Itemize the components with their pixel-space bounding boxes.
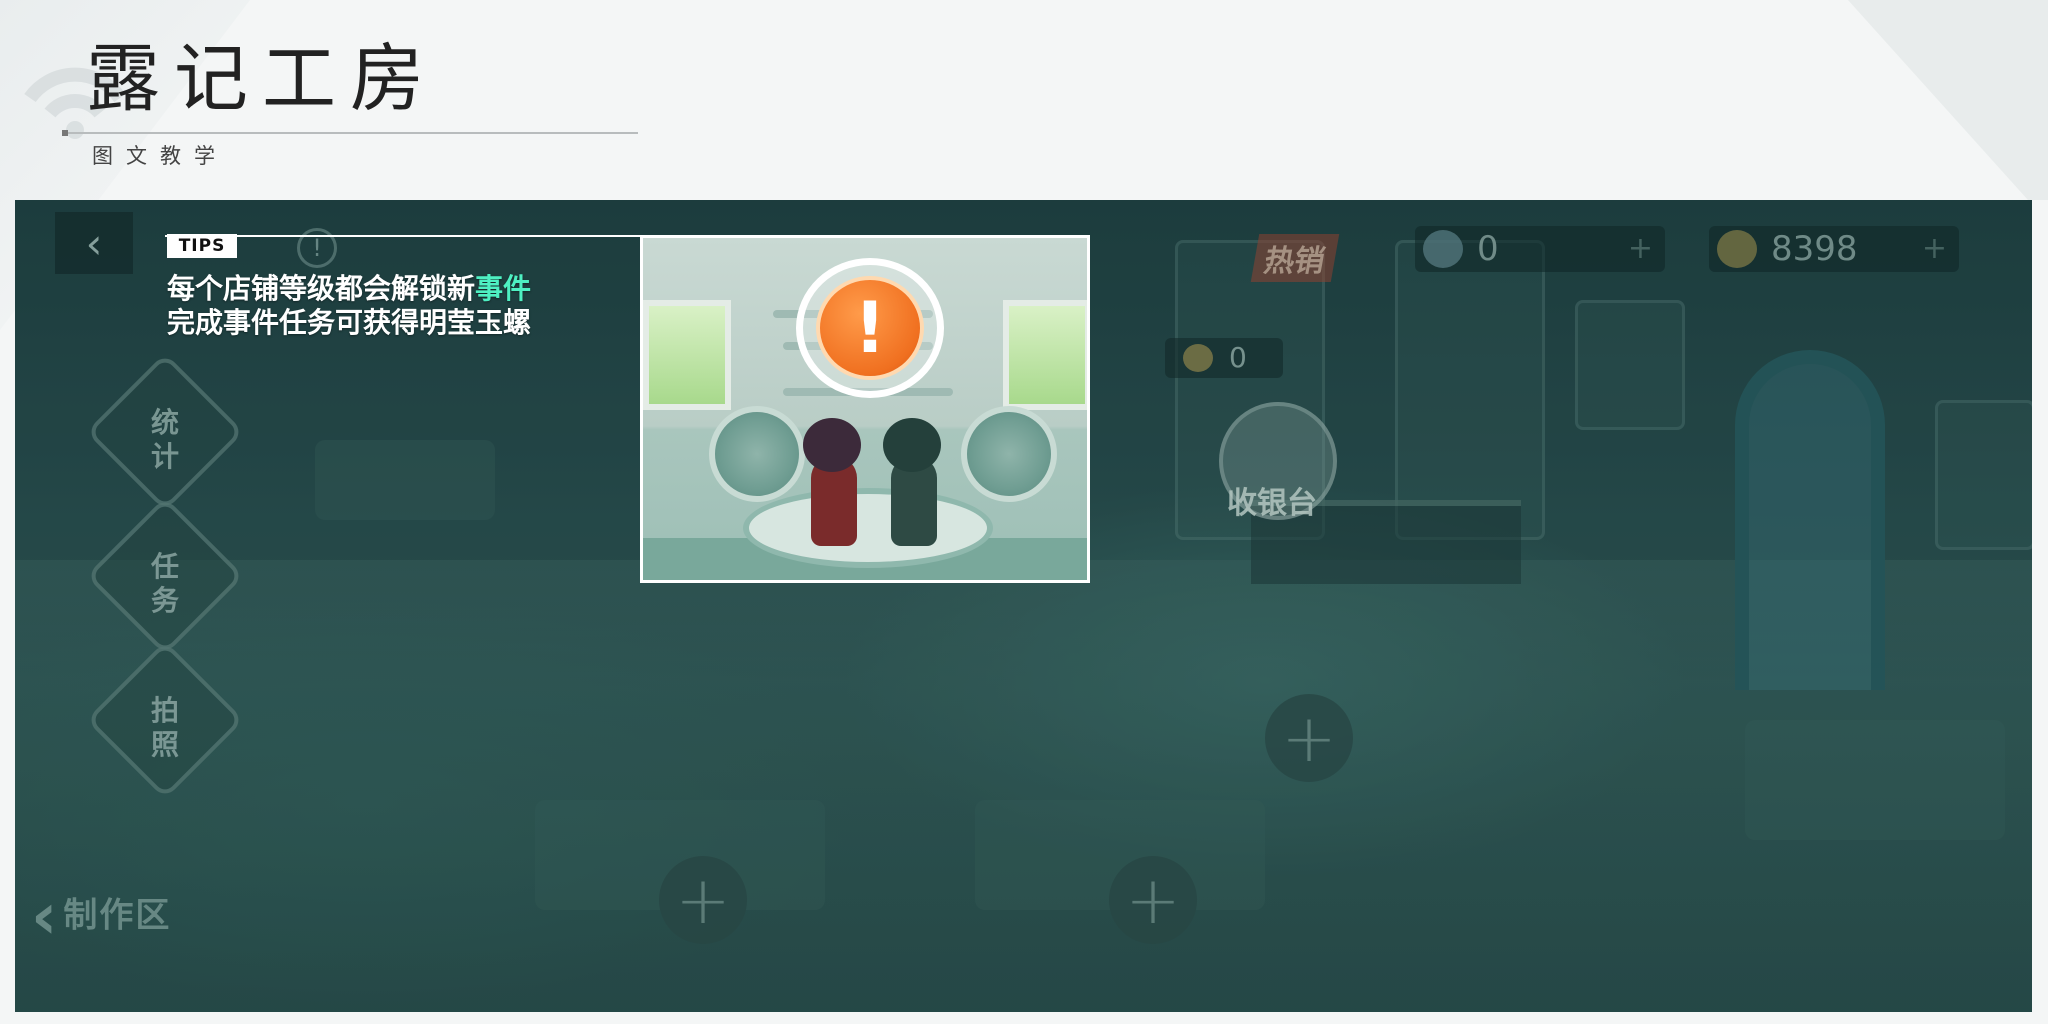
tips-highlight: 事件: [475, 272, 532, 305]
preview-character-head: [803, 418, 861, 472]
preview-machine: [961, 406, 1057, 502]
page-title: 露记工房: [86, 36, 438, 122]
tips-line-1-text: 每个店铺等级都会解锁新: [167, 272, 476, 305]
preview-character-head: [883, 418, 941, 472]
preview-machine: [709, 406, 805, 502]
tips-tag: TIPS: [167, 234, 237, 258]
exclamation-icon: !: [816, 276, 924, 380]
tips-preview-image: !: [640, 235, 1090, 583]
preview-window: [1003, 300, 1087, 410]
tips-divider: [165, 235, 645, 237]
game-screenshot: ‹ ! 统 计 任 务 拍 照 ‹ 制作区 热销 0 + 8398 + 0 收银台…: [15, 200, 2032, 1012]
title-divider-dot: [62, 130, 68, 136]
tips-line-1: 每个店铺等级都会解锁新事件: [167, 272, 531, 306]
tips-text: 每个店铺等级都会解锁新事件 完成事件任务可获得明莹玉螺: [167, 272, 531, 340]
preview-rug: [743, 488, 993, 568]
header-decoration-right: [1848, 0, 2048, 200]
page-subtitle: 图文教学: [92, 144, 228, 168]
title-divider: [62, 132, 638, 134]
preview-window: [643, 300, 731, 410]
tips-line-2: 完成事件任务可获得明莹玉螺: [167, 306, 532, 339]
